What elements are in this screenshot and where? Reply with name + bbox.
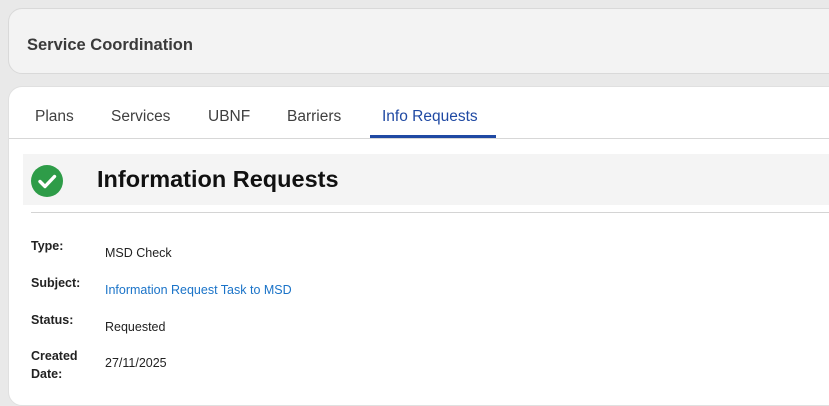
tab-ubnf[interactable]: UBNF [208, 108, 250, 126]
tab-services[interactable]: Services [111, 108, 170, 126]
type-value: MSD Check [105, 246, 172, 260]
page-title: Service Coordination [27, 36, 193, 54]
created-date-label: Created Date: [31, 349, 78, 381]
check-circle-icon [31, 165, 63, 197]
tab-barriers[interactable]: Barriers [287, 108, 341, 126]
status-value: Requested [105, 320, 166, 334]
subject-link[interactable]: Information Request Task to MSD [105, 283, 292, 297]
tab-info-requests[interactable]: Info Requests [382, 108, 478, 126]
section-title: Information Requests [97, 166, 339, 192]
main-card: Plans Services UBNF Barriers Info Reques… [8, 86, 829, 406]
type-label: Type: [31, 239, 64, 253]
created-date-value: 27/11/2025 [105, 356, 167, 370]
divider [31, 212, 829, 213]
tab-bar: Plans Services UBNF Barriers Info Reques… [9, 87, 829, 139]
header-card: Service Coordination [8, 8, 829, 74]
active-tab-indicator [370, 135, 496, 138]
tab-plans[interactable]: Plans [35, 108, 74, 126]
status-label: Status: [31, 313, 74, 327]
subject-label: Subject: [31, 276, 81, 290]
